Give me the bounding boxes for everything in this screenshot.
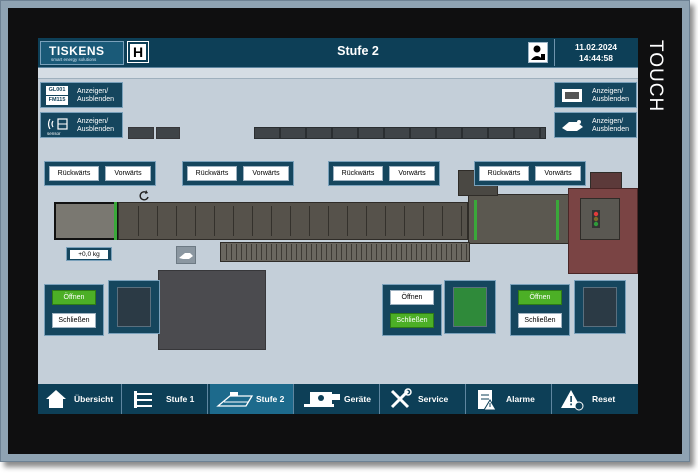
direction-group-4: Rückwärts Vorwärts bbox=[474, 161, 586, 186]
nav-overview[interactable]: Übersicht bbox=[38, 384, 122, 414]
nav-service[interactable]: Service bbox=[382, 384, 466, 414]
door-controls-1: Öffnen Schließen bbox=[44, 284, 104, 336]
nav-alarms[interactable]: Alarme bbox=[468, 384, 552, 414]
door-status-3 bbox=[574, 280, 626, 334]
rotate-icon bbox=[139, 190, 149, 201]
page-title: Stufe 2 bbox=[337, 44, 379, 58]
toggle-label: Anzeigen/ Ausblenden bbox=[592, 88, 629, 103]
backward-button[interactable]: Rückwärts bbox=[333, 166, 383, 181]
forward-button[interactable]: Vorwärts bbox=[535, 166, 581, 181]
backward-button[interactable]: Rückwärts bbox=[49, 166, 99, 181]
tools-icon bbox=[390, 388, 412, 409]
sensor-icon bbox=[47, 118, 68, 130]
logo-text: TISKENS bbox=[49, 44, 105, 58]
sensor-caption: sensor bbox=[47, 131, 61, 136]
open-button[interactable]: Öffnen bbox=[52, 290, 96, 305]
storage-area bbox=[158, 270, 266, 350]
toggle-label: Anzeigen/ Ausblenden bbox=[77, 118, 114, 133]
infeed-conveyor bbox=[54, 202, 118, 240]
nav-devices[interactable]: Geräte bbox=[296, 384, 380, 414]
reset-warning-icon bbox=[561, 390, 584, 411]
roller-door-icon bbox=[117, 287, 151, 327]
toggle-display-device[interactable]: Anzeigen/ Ausblenden bbox=[554, 82, 637, 108]
user-icon bbox=[531, 45, 545, 60]
stage-2-icon bbox=[216, 392, 254, 407]
rail-track bbox=[254, 127, 546, 139]
light-barrier bbox=[474, 200, 477, 240]
header-band bbox=[38, 68, 638, 79]
toggle-gl001-fm115[interactable]: GL001 FM115 Anzeigen/ Ausblenden bbox=[40, 82, 123, 108]
hand-icon bbox=[179, 253, 193, 259]
transfer-section bbox=[468, 194, 580, 244]
datetime-display: 11.02.2024 14:44:58 bbox=[554, 39, 636, 66]
conveyor-segments bbox=[120, 206, 466, 236]
direction-group-1: Rückwärts Vorwärts bbox=[44, 161, 156, 186]
nav-label: Übersicht bbox=[74, 394, 114, 404]
fm115-chip: FM115 bbox=[46, 96, 68, 105]
logo-tagline: smart energy solutions bbox=[51, 57, 97, 62]
weight-value: +0,0 kg bbox=[70, 250, 108, 259]
toggle-label: Anzeigen/ Ausblenden bbox=[77, 88, 114, 103]
nav-reset[interactable]: Reset bbox=[554, 384, 638, 414]
roller-door-icon bbox=[583, 287, 617, 327]
nav-label: Alarme bbox=[506, 394, 535, 404]
nav-label: Stufe 2 bbox=[256, 394, 285, 404]
alarm-list-icon bbox=[478, 390, 497, 411]
nav-stage-1[interactable]: Stufe 1 bbox=[124, 384, 208, 414]
stage-1-icon bbox=[134, 391, 152, 408]
home-icon bbox=[46, 390, 66, 408]
light-barrier bbox=[114, 202, 117, 240]
forward-button[interactable]: Vorwärts bbox=[243, 166, 289, 181]
hand-button[interactable] bbox=[176, 246, 196, 264]
door-controls-3: Öffnen Schließen bbox=[510, 284, 570, 336]
traffic-light-icon bbox=[592, 210, 600, 228]
backward-button[interactable]: Rückwärts bbox=[187, 166, 237, 181]
direction-group-2: Rückwärts Vorwärts bbox=[182, 161, 294, 186]
bottom-navigation: Übersicht Stufe 1 Stufe 2 Geräte Service… bbox=[38, 384, 638, 414]
nav-label: Stufe 1 bbox=[166, 394, 195, 404]
nav-stage-2[interactable]: Stufe 2 bbox=[210, 384, 294, 414]
header-bar: TISKENS smart energy solutions H Stufe 2… bbox=[38, 38, 638, 68]
forward-button[interactable]: Vorwärts bbox=[389, 166, 435, 181]
backward-button[interactable]: Rückwärts bbox=[479, 166, 529, 181]
touch-label: TOUCH bbox=[645, 40, 666, 113]
roller-door-icon bbox=[453, 287, 487, 327]
toggle-sensor[interactable]: sensor Anzeigen/ Ausblenden bbox=[40, 112, 123, 138]
company-logo: TISKENS smart energy solutions bbox=[40, 41, 124, 65]
forward-button[interactable]: Vorwärts bbox=[105, 166, 151, 181]
close-button[interactable]: Schließen bbox=[52, 313, 96, 328]
light-barrier bbox=[556, 200, 559, 240]
date-text: 11.02.2024 bbox=[574, 42, 618, 52]
open-button[interactable]: Öffnen bbox=[390, 290, 434, 305]
nav-label: Reset bbox=[592, 394, 616, 404]
close-button[interactable]: Schließen bbox=[390, 313, 434, 328]
hand-sensor-icon bbox=[562, 120, 583, 131]
toggle-label: Anzeigen/ Ausblenden bbox=[592, 118, 629, 133]
door-status-1 bbox=[108, 280, 160, 334]
time-text: 14:44:58 bbox=[578, 53, 614, 63]
nav-label: Service bbox=[418, 394, 449, 404]
direction-group-3: Rückwärts Vorwärts bbox=[328, 161, 440, 186]
nav-label: Geräte bbox=[344, 394, 371, 404]
user-login-button[interactable] bbox=[528, 42, 548, 63]
close-button[interactable]: Schließen bbox=[518, 313, 562, 328]
hmi-screen: TISKENS smart energy solutions H Stufe 2… bbox=[38, 38, 638, 414]
open-button[interactable]: Öffnen bbox=[518, 290, 562, 305]
rail-block bbox=[128, 127, 154, 139]
monitor-icon bbox=[562, 89, 582, 102]
roller-lines bbox=[222, 244, 468, 260]
rail-block bbox=[156, 127, 180, 139]
home-position-button[interactable]: H bbox=[127, 41, 149, 63]
door-status-2 bbox=[444, 280, 496, 334]
weight-display: +0,0 kg bbox=[66, 247, 112, 261]
door-controls-2: Öffnen Schließen bbox=[382, 284, 442, 336]
gl001-chip: GL001 bbox=[46, 86, 68, 95]
toggle-hand-device[interactable]: Anzeigen/ Ausblenden bbox=[554, 112, 637, 138]
devices-icon bbox=[304, 392, 340, 407]
